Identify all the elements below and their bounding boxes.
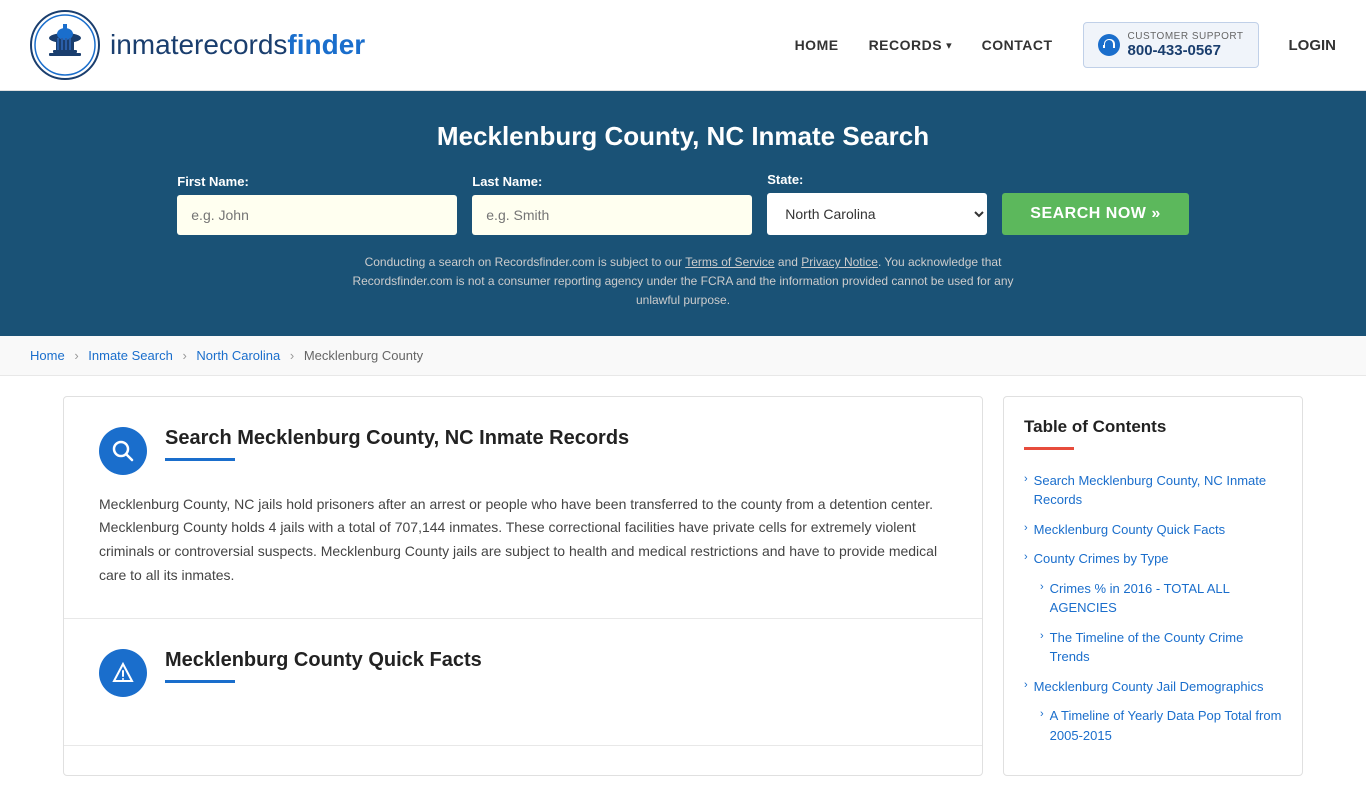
section-quick-facts: Mecklenburg County Quick Facts xyxy=(64,619,982,746)
support-label: CUSTOMER SUPPORT xyxy=(1128,31,1244,42)
breadcrumb-mecklenburg-county: Mecklenburg County xyxy=(304,348,423,363)
toc-chevron-icon-6: › xyxy=(1040,708,1044,720)
toc-link-3[interactable]: Crimes % in 2016 - TOTAL ALL AGENCIES xyxy=(1050,579,1282,618)
toc-link-1[interactable]: Mecklenburg County Quick Facts xyxy=(1034,520,1225,540)
support-text: CUSTOMER SUPPORT 800-433-0567 xyxy=(1128,31,1244,59)
toc-link-5[interactable]: Mecklenburg County Jail Demographics xyxy=(1034,677,1264,697)
last-name-group: Last Name: xyxy=(472,174,752,235)
toc-item-2[interactable]: › County Crimes by Type xyxy=(1024,544,1282,574)
toc-chevron-icon-5: › xyxy=(1024,679,1028,691)
nav-contact[interactable]: CONTACT xyxy=(982,37,1053,53)
toc-chevron-icon-4: › xyxy=(1040,630,1044,642)
search-form: First Name: Last Name: State: North Caro… xyxy=(40,172,1326,235)
section-title-2: Mecklenburg County Quick Facts xyxy=(165,649,482,672)
toc-chevron-icon-2: › xyxy=(1024,551,1028,563)
toc-item-5[interactable]: › Mecklenburg County Jail Demographics xyxy=(1024,672,1282,702)
section-header-1: Search Mecklenburg County, NC Inmate Rec… xyxy=(99,427,947,475)
support-number: 800-433-0567 xyxy=(1128,42,1244,59)
logo-icon xyxy=(30,10,100,80)
toc-chevron-icon-3: › xyxy=(1040,581,1044,593)
section-underline-1 xyxy=(165,458,235,461)
content-area: Search Mecklenburg County, NC Inmate Rec… xyxy=(63,396,983,777)
warning-section-icon xyxy=(99,649,147,697)
login-button[interactable]: LOGIN xyxy=(1289,37,1337,54)
last-name-input[interactable] xyxy=(472,195,752,235)
breadcrumb-sep-2: › xyxy=(182,348,186,363)
state-group: State: North Carolina xyxy=(767,172,987,235)
section-title-1: Search Mecklenburg County, NC Inmate Rec… xyxy=(165,427,629,450)
main-content: Search Mecklenburg County, NC Inmate Rec… xyxy=(33,376,1333,796)
breadcrumb-sep-1: › xyxy=(74,348,78,363)
first-name-group: First Name: xyxy=(177,174,457,235)
sidebar: Table of Contents › Search Mecklenburg C… xyxy=(1003,396,1303,777)
first-name-input[interactable] xyxy=(177,195,457,235)
last-name-label: Last Name: xyxy=(472,174,752,189)
terms-link[interactable]: Terms of Service xyxy=(685,255,774,269)
search-section-icon xyxy=(99,427,147,475)
section-inmate-records: Search Mecklenburg County, NC Inmate Rec… xyxy=(64,397,982,619)
toc-chevron-icon-1: › xyxy=(1024,522,1028,534)
toc-link-0[interactable]: Search Mecklenburg County, NC Inmate Rec… xyxy=(1034,471,1282,510)
section-body-1: Mecklenburg County, NC jails hold prison… xyxy=(99,493,947,588)
toc-title: Table of Contents xyxy=(1024,417,1282,437)
toc-underline xyxy=(1024,447,1074,450)
toc-link-6[interactable]: A Timeline of Yearly Data Pop Total from… xyxy=(1050,706,1282,745)
breadcrumb-inmate-search[interactable]: Inmate Search xyxy=(88,348,173,363)
toc-link-4[interactable]: The Timeline of the County Crime Trends xyxy=(1050,628,1282,667)
first-name-label: First Name: xyxy=(177,174,457,189)
search-banner: Mecklenburg County, NC Inmate Search Fir… xyxy=(0,91,1366,336)
disclaimer-text: Conducting a search on Recordsfinder.com… xyxy=(333,253,1033,311)
main-nav: HOME RECORDS ▾ CONTACT CUSTOMER SUPPORT … xyxy=(795,22,1336,68)
logo-text: inmaterecordsfinder xyxy=(110,29,365,61)
toc-item-4[interactable]: › The Timeline of the County Crime Trend… xyxy=(1024,623,1282,672)
toc-item-1[interactable]: › Mecklenburg County Quick Facts xyxy=(1024,515,1282,545)
logo-area: inmaterecordsfinder xyxy=(30,10,365,80)
records-chevron-down-icon: ▾ xyxy=(946,39,952,52)
nav-home[interactable]: HOME xyxy=(795,37,839,53)
search-now-button[interactable]: SEARCH NOW » xyxy=(1002,193,1188,235)
toc-item-3[interactable]: › Crimes % in 2016 - TOTAL ALL AGENCIES xyxy=(1024,574,1282,623)
headphone-icon xyxy=(1098,34,1120,56)
page-title: Mecklenburg County, NC Inmate Search xyxy=(40,121,1326,152)
state-label: State: xyxy=(767,172,987,187)
nav-records[interactable]: RECORDS xyxy=(869,37,943,53)
customer-support-box[interactable]: CUSTOMER SUPPORT 800-433-0567 xyxy=(1083,22,1259,68)
section-title-block-2: Mecklenburg County Quick Facts xyxy=(165,649,482,683)
privacy-link[interactable]: Privacy Notice xyxy=(801,255,878,269)
state-select[interactable]: North Carolina xyxy=(767,193,987,235)
toc-item-0[interactable]: › Search Mecklenburg County, NC Inmate R… xyxy=(1024,466,1282,515)
breadcrumb: Home › Inmate Search › North Carolina › … xyxy=(0,336,1366,376)
table-of-contents: Table of Contents › Search Mecklenburg C… xyxy=(1003,396,1303,777)
section-header-2: Mecklenburg County Quick Facts xyxy=(99,649,947,697)
section-title-block-1: Search Mecklenburg County, NC Inmate Rec… xyxy=(165,427,629,461)
toc-link-2[interactable]: County Crimes by Type xyxy=(1034,549,1169,569)
breadcrumb-north-carolina[interactable]: North Carolina xyxy=(196,348,280,363)
toc-item-6[interactable]: › A Timeline of Yearly Data Pop Total fr… xyxy=(1024,701,1282,750)
nav-records-container[interactable]: RECORDS ▾ xyxy=(869,37,952,53)
breadcrumb-sep-3: › xyxy=(290,348,294,363)
breadcrumb-home[interactable]: Home xyxy=(30,348,65,363)
toc-chevron-icon-0: › xyxy=(1024,473,1028,485)
section-underline-2 xyxy=(165,680,235,683)
site-header: inmaterecordsfinder HOME RECORDS ▾ CONTA… xyxy=(0,0,1366,91)
